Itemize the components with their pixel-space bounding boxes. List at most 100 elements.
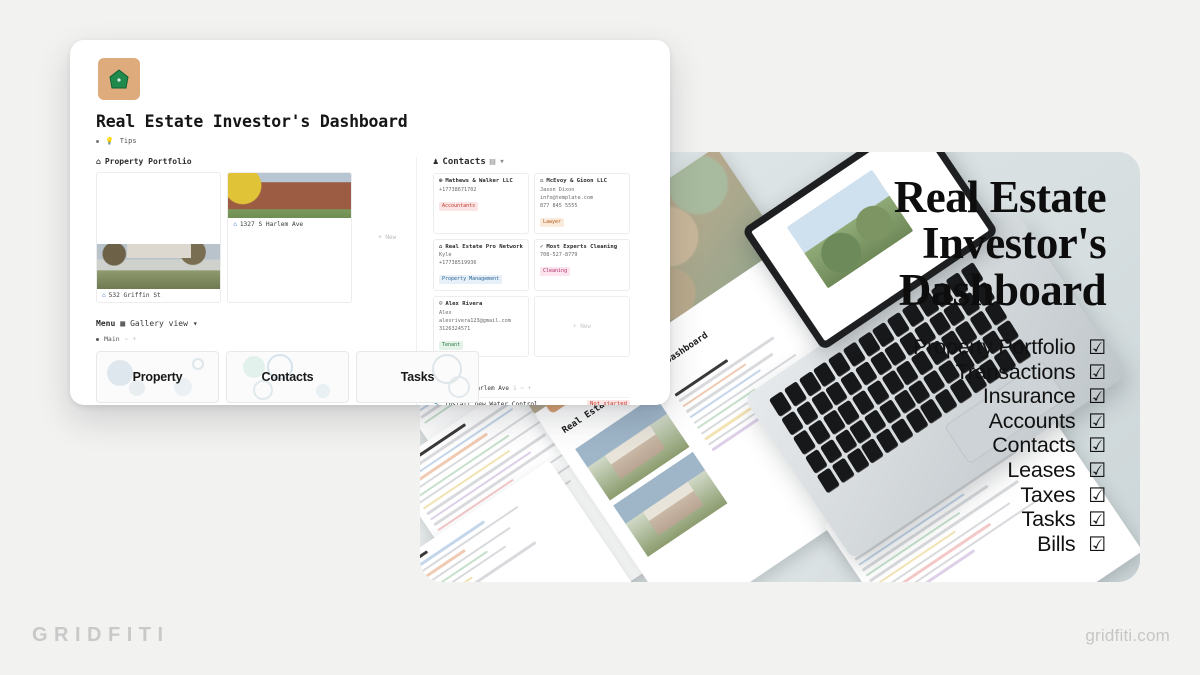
property-portfolio-header[interactable]: ⌂ Property Portfolio — [96, 157, 416, 166]
promo-feature-item: Tasks ☑ — [776, 507, 1107, 532]
contacts-section-header[interactable]: ♟ Contacts ▤ ▾ — [433, 157, 630, 167]
promo-feature-label: Contacts — [992, 433, 1076, 458]
promo-title-line-3: Dashboard — [898, 264, 1107, 315]
contact-detail: Jason Dixon — [540, 186, 575, 193]
bullet-icon — [96, 139, 99, 143]
contact-type-icon: ⊕ — [439, 178, 443, 184]
menu-card-label: Contacts — [261, 370, 314, 385]
contact-name-row: ☺ Alex Rivera — [439, 301, 523, 309]
promo-feature-label: Leases — [1007, 458, 1076, 482]
contact-tag: Cleaning — [540, 267, 571, 277]
contact-card[interactable]: ✓ Most Experts Cleaning 708-527-8779 Cle… — [534, 238, 630, 292]
contact-card[interactable]: ⌂ Real Estate Pro Network Kyle +17738519… — [433, 238, 529, 292]
promo-feature-label: Transactions — [955, 359, 1076, 384]
menu-section-header[interactable]: Menu ▦ Gallery view ▾ — [96, 319, 416, 328]
chevron-down-icon: ▾ — [499, 157, 505, 167]
menu-title: Menu — [96, 319, 116, 329]
menu-card-contacts[interactable]: Contacts — [226, 351, 349, 404]
promo-feature-item: Leases ☑ — [776, 458, 1106, 483]
promo-feature-label: Property Portfolio — [912, 335, 1076, 360]
checkbox-icon: ☑ — [1088, 509, 1106, 532]
contact-name: Mathews & Walker LLC — [445, 178, 513, 184]
checkbox-icon: ☑ — [1088, 533, 1106, 556]
contact-card[interactable]: ☺ Alex Rivera Alex alexrivera123@gmail.c… — [433, 296, 529, 358]
promo-feature-label: Insurance — [982, 384, 1076, 409]
property-thumbnail — [97, 244, 221, 290]
house-icon: ⌂ — [102, 292, 106, 300]
property-address: 1327 S Harlem Ave — [239, 221, 304, 228]
notion-window: Real Estate Investor's Dashboard 💡 Tips … — [70, 40, 670, 405]
tasks-group-meta: 1 ⋯ + — [513, 385, 532, 393]
contact-name: Most Experts Cleaning — [546, 243, 618, 250]
promo-feature-label: Tasks — [1021, 507, 1076, 532]
tips-label: Tips — [119, 137, 137, 145]
contact-name-row: ⚖ McEvoy & Gioon LLC — [540, 178, 624, 186]
contact-new-button[interactable]: + New — [534, 296, 630, 358]
page-columns: ⌂ Property Portfolio ⌂ 532 Griffin St ⌂ … — [96, 157, 646, 405]
house-icon: ⌂ — [233, 221, 237, 228]
bullet-icon — [96, 337, 99, 341]
property-gallery: ⌂ 532 Griffin St ⌂ 1327 S Harlem Ave + N… — [96, 172, 416, 304]
promo-feature-item: Contacts ☑ — [776, 433, 1106, 458]
promo-feature-label: Bills — [1037, 531, 1076, 556]
menu-group-row[interactable]: Main ⋯ + — [96, 335, 416, 343]
contact-type-icon: ⚖ — [540, 178, 544, 184]
contact-tag: Accountants — [439, 201, 479, 211]
contact-detail: alexrivera123@gmail.com — [439, 318, 511, 325]
promo-feature-label: Accounts — [988, 408, 1076, 433]
promo-feature-item: Bills ☑ — [776, 532, 1106, 557]
contact-type-icon: ⌂ — [439, 243, 443, 250]
menu-card-label: Property — [132, 370, 183, 385]
contact-type-icon: ☺ — [439, 301, 443, 308]
checkbox-icon: ☑ — [1088, 484, 1106, 507]
property-address: 532 Griffin St — [108, 292, 161, 300]
tips-row[interactable]: 💡 Tips — [96, 137, 646, 145]
property-card[interactable]: ⌂ 1327 S Harlem Ave — [227, 172, 353, 304]
contact-card[interactable]: ⚖ McEvoy & Gioon LLC Jason Dixon info@te… — [534, 173, 630, 234]
gallery-view-label: Gallery view — [130, 319, 188, 329]
contact-card[interactable]: ⊕ Mathews & Walker LLC +17738671702 Acco… — [433, 173, 529, 234]
promo-title-line-2: Investor's — [922, 218, 1107, 269]
checkbox-icon: ☑ — [1088, 337, 1106, 360]
status-badge: Not started — [586, 400, 630, 405]
menu-card-tasks[interactable]: Tasks — [356, 351, 479, 404]
contact-name: Alex Rivera — [445, 301, 483, 308]
lightbulb-icon: 💡 — [105, 137, 114, 145]
contact-detail: Kyle — [439, 252, 452, 259]
contact-detail: +17738519936 — [439, 260, 477, 267]
promo-feature-item: Insurance ☑ — [776, 384, 1106, 409]
checkbox-icon: ☑ — [1088, 410, 1106, 433]
property-card-label: ⌂ 532 Griffin St — [97, 289, 220, 302]
property-new-button[interactable]: + New — [358, 172, 416, 303]
contacts-gallery: ⊕ Mathews & Walker LLC +17738671702 Acco… — [433, 173, 630, 358]
page-title: Real Estate Investor's Dashboard — [96, 112, 408, 131]
promo-feature-item: Property Portfolio ☑ — [776, 335, 1106, 360]
house-icon: ⌂ — [96, 157, 101, 166]
table-view-icon: ▤ — [489, 157, 496, 167]
menu-card-property[interactable]: Property — [96, 351, 219, 404]
screenshot-root: ⌂ Real Estate Investor's Dashboard Insur… — [0, 0, 1200, 675]
contact-detail: 3126324571 — [439, 326, 471, 333]
contact-name-row: ⌂ Real Estate Pro Network — [439, 244, 523, 252]
menu-group-label: Main — [104, 335, 120, 344]
promo-feature-item: Taxes ☑ — [776, 483, 1106, 508]
contact-detail: info@template.com — [540, 194, 594, 201]
contact-type-icon: ✓ — [540, 243, 544, 250]
page-body: Real Estate Investor's Dashboard 💡 Tips … — [70, 88, 670, 405]
property-portfolio-title: Property Portfolio — [104, 157, 192, 166]
promo-feature-label: Taxes — [1020, 482, 1076, 507]
menu-card-label: Tasks — [400, 370, 435, 385]
contact-name: Real Estate Pro Network — [445, 243, 523, 250]
page-cover-image — [70, 40, 670, 88]
contacts-icon: ♟ — [433, 157, 439, 167]
checkbox-icon: ☑ — [1088, 460, 1106, 482]
promo-title: Real Estate Investor's Dashboard — [776, 174, 1107, 315]
gridfiti-url: gridfiti.com — [1085, 626, 1170, 645]
contact-tag: Tenant — [439, 341, 464, 351]
contact-detail: 877 845 5555 — [540, 202, 578, 209]
contacts-title: Contacts — [442, 157, 486, 167]
promo-copy: Real Estate Investor's Dashboard Propert… — [776, 166, 1107, 557]
left-column: ⌂ Property Portfolio ⌂ 532 Griffin St ⌂ … — [96, 157, 479, 405]
property-card[interactable]: ⌂ 532 Griffin St — [96, 172, 222, 304]
contact-tag: Lawyer — [540, 217, 565, 227]
